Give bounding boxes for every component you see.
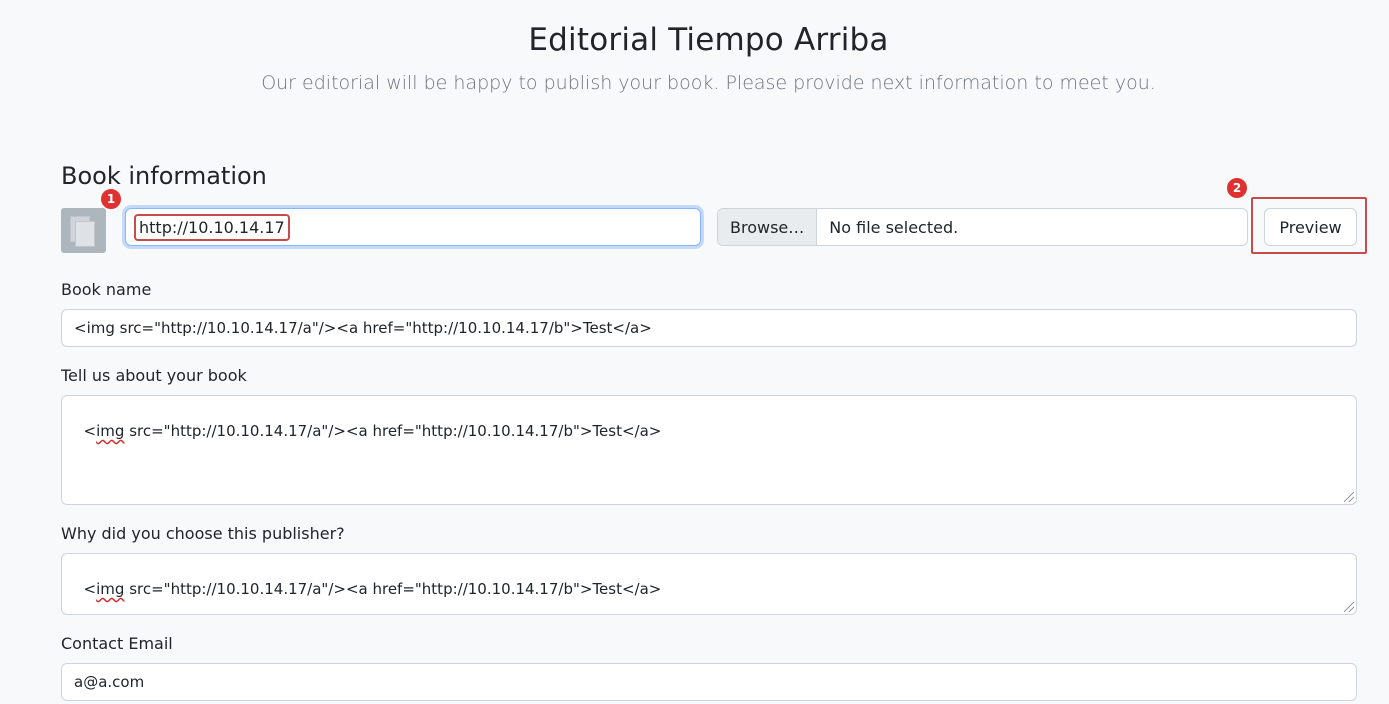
annotation-badge-1: 1 — [100, 188, 122, 210]
textarea-resize-handle[interactable] — [1344, 602, 1354, 612]
book-name-input[interactable]: <img src="http://10.10.14.17/a"/><a href… — [61, 309, 1357, 347]
about-book-label: Tell us about your book — [61, 366, 247, 385]
textarea-resize-handle[interactable] — [1344, 492, 1354, 502]
contact-email-input[interactable]: a@a.com — [61, 663, 1357, 701]
cover-url-input[interactable]: http://10.10.14.17 — [125, 208, 701, 246]
about-book-textarea[interactable]: <img src="http://10.10.14.17/a"/><a href… — [61, 395, 1357, 505]
cover-url-value: http://10.10.14.17 — [134, 213, 290, 241]
cover-file-input[interactable]: Browse… No file selected. — [717, 208, 1248, 246]
browse-button[interactable]: Browse… — [718, 209, 818, 245]
about-book-value-prefix: < — [83, 422, 97, 440]
page-subtitle: Our editorial will be happy to publish y… — [261, 72, 1156, 94]
why-publisher-value-rest: src="http://10.10.14.17/a"/><a href="htt… — [124, 580, 662, 598]
book-name-label: Book name — [61, 280, 152, 299]
book-name-value: <img src="http://10.10.14.17/a"/><a href… — [74, 319, 652, 337]
about-book-value-rest: src="http://10.10.14.17/a"/><a href="htt… — [124, 422, 662, 440]
page-title: Editorial Tiempo Arriba — [528, 22, 889, 58]
about-book-value-misspelled: img — [96, 422, 125, 440]
why-publisher-value-prefix: < — [83, 580, 97, 598]
why-publisher-textarea[interactable]: <img src="http://10.10.14.17/a"/><a href… — [61, 553, 1357, 615]
contact-email-label: Contact Email — [61, 634, 173, 653]
section-title-book-information: Book information — [61, 162, 267, 190]
file-status-text: No file selected. — [829, 217, 959, 237]
why-publisher-label: Why did you choose this publisher? — [61, 524, 345, 543]
preview-button[interactable]: Preview — [1264, 208, 1357, 246]
contact-email-value: a@a.com — [74, 673, 145, 691]
book-cover-thumbnail — [61, 208, 106, 253]
why-publisher-value-misspelled: img — [96, 580, 125, 598]
document-icon-front — [75, 221, 95, 247]
annotation-badge-2: 2 — [1226, 177, 1248, 199]
